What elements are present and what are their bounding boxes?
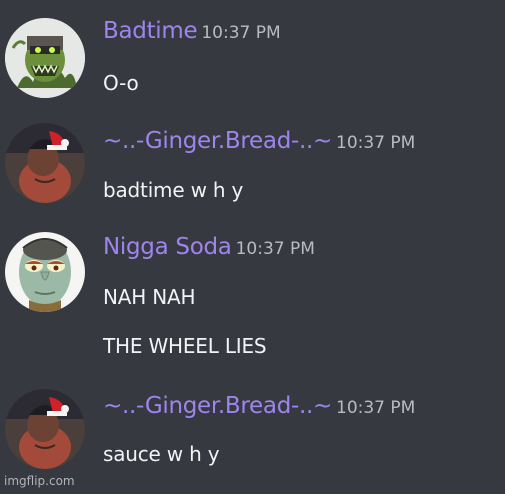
message-text: NAH NAH xyxy=(103,285,196,309)
message-header: ~..-Ginger.Bread-..~ 10:37 PM xyxy=(103,393,415,419)
username[interactable]: Badtime xyxy=(103,18,198,44)
message-header: Nigga Soda 10:37 PM xyxy=(103,234,315,260)
message-text: badtime w h y xyxy=(103,178,244,202)
timestamp: 10:37 PM xyxy=(336,133,416,153)
username[interactable]: ~..-Ginger.Bread-..~ xyxy=(103,128,332,154)
timestamp: 10:37 PM xyxy=(336,398,416,418)
message-header: ~..-Ginger.Bread-..~ 10:37 PM xyxy=(103,128,415,154)
santa-hat-avatar-icon[interactable] xyxy=(5,389,85,469)
watermark: imgflip.com xyxy=(4,474,75,488)
message-header: Badtime 10:37 PM xyxy=(103,18,281,44)
message-text: THE WHEEL LIES xyxy=(103,334,267,358)
timestamp: 10:37 PM xyxy=(235,239,315,259)
username[interactable]: ~..-Ginger.Bread-..~ xyxy=(103,393,332,419)
timestamp: 10:37 PM xyxy=(201,23,281,43)
zombie-avatar-icon[interactable] xyxy=(5,18,85,98)
message-text: sauce w h y xyxy=(103,442,220,466)
santa-hat-avatar-icon[interactable] xyxy=(5,123,85,203)
username[interactable]: Nigga Soda xyxy=(103,234,232,260)
message-text: O-o xyxy=(103,71,139,95)
squidward-avatar-icon[interactable] xyxy=(5,232,85,312)
